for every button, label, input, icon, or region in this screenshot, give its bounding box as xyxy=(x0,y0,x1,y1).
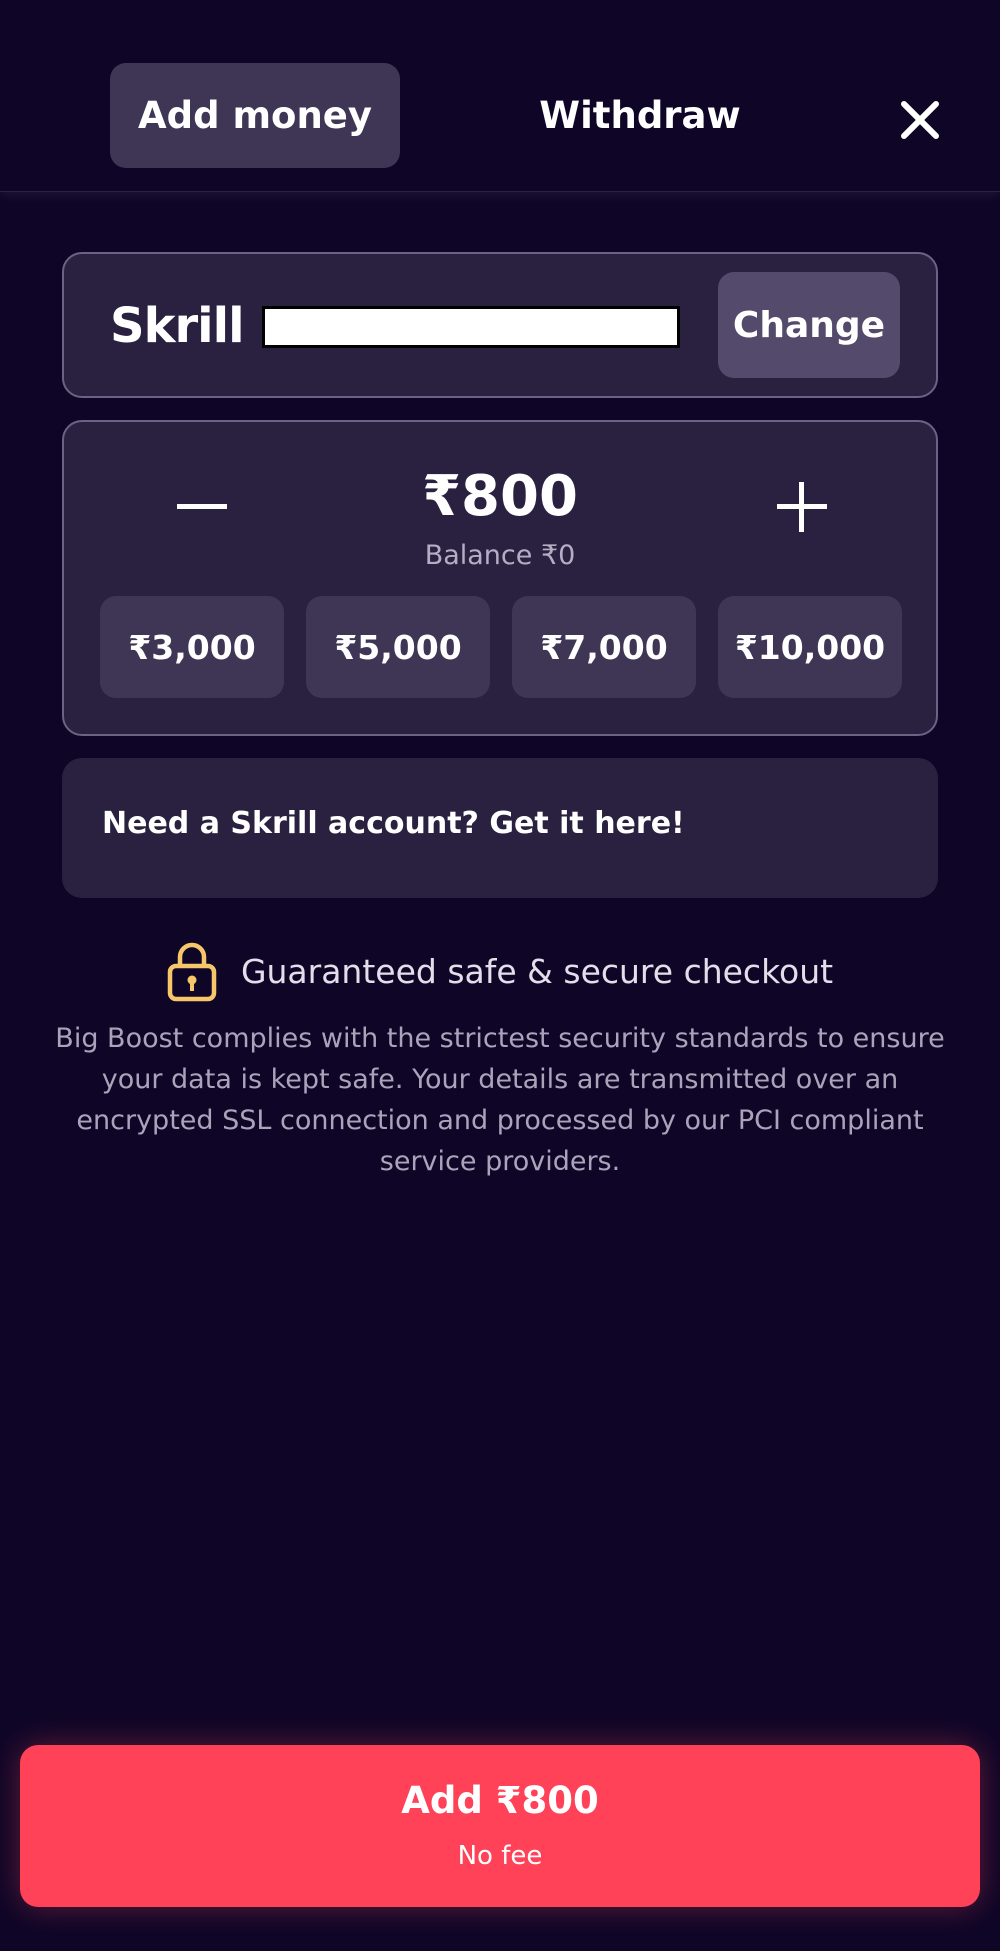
plus-icon xyxy=(777,482,827,532)
skrill-signup-link[interactable]: Need a Skrill account? Get it here! xyxy=(102,806,685,841)
payment-method-card: Skrill Change xyxy=(62,252,938,398)
security-description: Big Boost complies with the strictest se… xyxy=(55,1023,945,1177)
preset-amount-5000[interactable]: ₹5,000 xyxy=(306,596,490,698)
lock-icon xyxy=(167,942,217,1002)
preset-amount-7000[interactable]: ₹7,000 xyxy=(512,596,696,698)
add-money-button[interactable]: Add ₹800 No fee xyxy=(20,1745,980,1907)
add-money-button-label: Add ₹800 xyxy=(401,1779,599,1822)
add-money-fee-label: No fee xyxy=(457,1841,543,1871)
tab-add-money[interactable]: Add money xyxy=(110,63,400,168)
increase-amount-button[interactable] xyxy=(757,462,847,552)
amount-card: ₹800 Balance ₹0 ₹3,000 ₹5,000 ₹7,000 ₹10… xyxy=(62,420,938,736)
secure-checkout-title: Guaranteed safe & secure checkout xyxy=(240,951,834,991)
skrill-logo: Skrill xyxy=(110,298,245,354)
close-button[interactable] xyxy=(890,90,950,150)
preset-amount-3000[interactable]: ₹3,000 xyxy=(100,596,284,698)
skrill-signup-card[interactable]: Need a Skrill account? Get it here! xyxy=(62,758,938,898)
secure-checkout-row: Guaranteed safe & secure checkout xyxy=(0,938,1000,1004)
header: Add money Withdraw xyxy=(0,0,1000,192)
balance-text: Balance ₹0 xyxy=(424,540,576,571)
tab-withdraw[interactable]: Withdraw xyxy=(500,63,780,168)
close-icon xyxy=(901,101,939,139)
change-method-button[interactable]: Change xyxy=(718,272,900,378)
account-field xyxy=(262,306,680,348)
preset-amount-10000[interactable]: ₹10,000 xyxy=(718,596,902,698)
